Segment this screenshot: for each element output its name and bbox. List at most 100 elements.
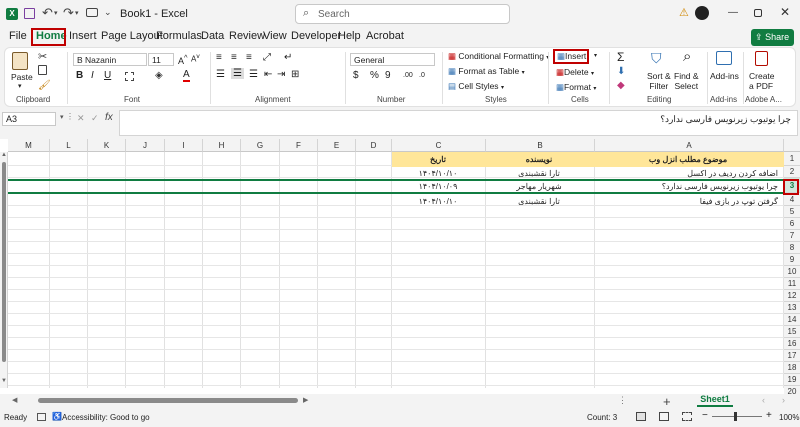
enter-icon[interactable]: ✓ [91, 113, 99, 124]
paste-dropdown-icon[interactable]: ▾ [18, 82, 22, 90]
italic-icon[interactable]: I [91, 70, 94, 81]
paste-icon[interactable] [12, 52, 28, 70]
increase-decimal-icon[interactable]: .00 [403, 72, 413, 79]
page-layout-view-icon[interactable] [659, 412, 669, 421]
name-box-dropdown-icon[interactable]: ▾ [60, 113, 64, 121]
row-header-10[interactable]: 10 [784, 266, 800, 278]
column-header-b[interactable]: B [486, 139, 595, 152]
search-box[interactable]: ⌕ Search [295, 4, 510, 24]
fill-color-icon[interactable]: ◈ [155, 70, 163, 81]
column-header-j[interactable]: J [126, 139, 165, 152]
align-middle-icon[interactable]: ≡ [231, 52, 237, 63]
normal-view-icon[interactable] [636, 412, 646, 421]
tab-page-layout[interactable]: Page Layout [101, 30, 163, 42]
header-cell-a[interactable]: موضوع مطلب انزل وب [595, 154, 781, 165]
wrap-text-icon[interactable]: ↵ [284, 52, 292, 63]
row-header-9[interactable]: 9 [784, 254, 800, 266]
avatar[interactable] [695, 6, 709, 20]
orientation-icon[interactable]: ⤢ [263, 52, 271, 63]
worksheet-grid[interactable]: MLKJIHGFEDCBA 1 2 3 4 5 6 7 8 9 10 11 12 13 14 15 16 17 1… [0, 139, 800, 398]
align-left-icon[interactable]: ☰ [216, 69, 225, 80]
paste-button[interactable]: Paste [11, 72, 33, 82]
row-header-1[interactable]: 1 [784, 152, 800, 166]
zoom-in-icon[interactable]: + [766, 410, 772, 421]
column-header-l[interactable]: L [50, 139, 88, 152]
create-pdf-button[interactable]: Create a PDF [749, 71, 775, 91]
fill-icon[interactable]: ⬇ [617, 66, 625, 77]
more-sheets-icon[interactable]: ⋮ [618, 395, 627, 406]
add-ins-button[interactable]: Add-ins [710, 71, 739, 81]
column-header-i[interactable]: I [165, 139, 203, 152]
cell-styles-button[interactable]: ▤ Cell Styles ▾ [448, 81, 504, 92]
scroll-right-icon[interactable]: ▶ [303, 396, 308, 404]
cut-icon[interactable]: ✂ [38, 50, 47, 63]
zoom-slider[interactable] [712, 412, 762, 421]
formula-input[interactable]: چرا یوتیوب زیرنویس فارسی ندارد؟ [119, 110, 798, 136]
format-cells-button[interactable]: ▦Format ▾ [556, 82, 596, 93]
format-painter-icon[interactable]: 🖌 [38, 80, 51, 91]
cell-b2[interactable]: تارا نقشبندی [486, 168, 592, 179]
cell-a3[interactable]: چرا یوتیوب زیرنویس فارسی ندارد؟ [595, 181, 781, 192]
row-header-17[interactable]: 17 [784, 350, 800, 362]
column-header-f[interactable]: F [280, 139, 318, 152]
format-as-table-button[interactable]: ▦ Format as Table ▾ [448, 66, 525, 77]
restore-icon[interactable] [754, 9, 762, 17]
align-top-icon[interactable]: ≡ [216, 52, 222, 63]
row-header-7[interactable]: 7 [784, 230, 800, 242]
column-header-h[interactable]: H [203, 139, 241, 152]
percent-icon[interactable]: % [370, 70, 379, 81]
accessibility-status[interactable]: Accessibility: Good to go [62, 413, 150, 422]
font-size-select[interactable]: 11 [148, 53, 174, 66]
tab-file[interactable]: File [9, 30, 27, 42]
pdf-icon[interactable] [755, 51, 768, 66]
undo-icon[interactable]: ↶ [42, 5, 53, 21]
underline-icon[interactable]: U [104, 70, 111, 81]
horizontal-scroll-thumb[interactable] [38, 398, 298, 403]
row-header-18[interactable]: 18 [784, 362, 800, 374]
cancel-icon[interactable]: ✕ [77, 113, 85, 124]
customize-toolbar-icon[interactable]: ⌄ [104, 7, 112, 18]
merge-center-icon[interactable]: ⊞ [291, 69, 299, 80]
delete-cells-button[interactable]: ▦Delete ▾ [556, 67, 594, 78]
redo-dropdown-icon[interactable]: ▾ [75, 9, 79, 17]
minimize-icon[interactable]: — [728, 7, 738, 18]
border-icon[interactable] [125, 72, 134, 81]
cell-c4[interactable]: ۱۴۰۴/۱۰/۱۰ [392, 196, 484, 207]
header-cell-b[interactable]: نویسنده [486, 154, 592, 165]
column-header-d[interactable]: D [356, 139, 392, 152]
number-format-select[interactable]: General [350, 53, 435, 66]
copy-icon[interactable] [38, 65, 47, 75]
column-header-g[interactable]: G [241, 139, 280, 152]
column-header-e[interactable]: E [318, 139, 356, 152]
add-ins-icon[interactable] [716, 51, 732, 65]
row-header-8[interactable]: 8 [784, 242, 800, 254]
scroll-down-icon[interactable]: ▼ [1, 378, 7, 384]
row-header-12[interactable]: 12 [784, 290, 800, 302]
more-options-icon[interactable]: ⋮ [66, 112, 74, 121]
tab-developer[interactable]: Developer [291, 30, 341, 42]
font-color-icon[interactable]: A [183, 69, 190, 82]
sheet-tab-sheet1[interactable]: Sheet1 [697, 394, 733, 407]
save-icon[interactable] [24, 8, 35, 19]
scroll-up-icon[interactable]: ▲ [1, 152, 7, 158]
tab-view[interactable]: View [263, 30, 287, 42]
find-select-button[interactable]: Find & Select [674, 71, 699, 91]
row-header-2[interactable]: 2 [784, 166, 800, 178]
page-break-view-icon[interactable] [682, 412, 692, 421]
indent-increase-icon[interactable]: ⇥ [277, 69, 285, 80]
font-name-select[interactable]: B Nazanin [73, 53, 147, 66]
next-sheet-icon[interactable]: › [782, 395, 785, 405]
tab-insert[interactable]: Insert [69, 30, 97, 42]
tab-review[interactable]: Review [229, 30, 265, 42]
row-header-14[interactable]: 14 [784, 314, 800, 326]
indent-decrease-icon[interactable]: ⇤ [264, 69, 272, 80]
tab-data[interactable]: Data [201, 30, 224, 42]
cell-a4[interactable]: گرفتن توپ در بازی فیفا [595, 196, 781, 207]
tab-formulas[interactable]: Formulas [156, 30, 202, 42]
conditional-formatting-button[interactable]: ▦ Conditional Formatting ▾ [448, 51, 549, 62]
sort-filter-icon[interactable]: ⛉ [651, 50, 662, 67]
column-header-c[interactable]: C [392, 139, 486, 152]
shrink-font-icon[interactable]: Av [191, 53, 200, 64]
autosum-icon[interactable]: Σ [617, 50, 624, 64]
name-box[interactable]: A3 [2, 112, 56, 126]
